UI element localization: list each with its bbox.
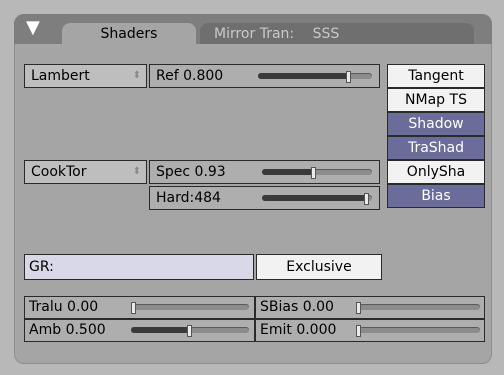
group-label: GR: xyxy=(29,259,54,275)
amb-value: 0.500 xyxy=(65,322,106,338)
amb-track xyxy=(131,325,249,337)
spec-label: Spec xyxy=(156,164,191,180)
sbias-slider[interactable]: SBias 0.00 xyxy=(255,296,485,319)
tralu-knob[interactable] xyxy=(131,302,136,314)
tralu-track xyxy=(131,302,249,314)
tralu-slider[interactable]: Tralu 0.00 xyxy=(24,296,255,319)
hard-slider[interactable]: Hard:484 xyxy=(149,186,380,210)
ref-knob[interactable] xyxy=(346,71,352,83)
emit-knob[interactable] xyxy=(356,325,361,337)
hard-knob[interactable] xyxy=(363,193,369,205)
tralu-value: 0.00 xyxy=(67,299,99,315)
sbias-track xyxy=(356,302,480,314)
tab-sss[interactable]: SSS xyxy=(313,26,340,42)
amb-knob[interactable] xyxy=(187,325,192,337)
diffuse-shader-menu[interactable]: Lambert ⬍ xyxy=(24,64,147,88)
shaders-panel: ▼ Shaders Mirror Tran: SSS Lambert ⬍ Ref… xyxy=(14,14,492,364)
exclusive-toggle[interactable]: Exclusive xyxy=(256,254,382,280)
nmap-ts-toggle[interactable]: NMap TS xyxy=(387,88,485,112)
amb-label: Amb xyxy=(29,322,62,338)
ref-slider[interactable]: Ref 0.800 xyxy=(149,64,380,88)
amb-fill xyxy=(131,327,190,333)
spec-fill xyxy=(262,169,314,175)
sbias-label: SBias xyxy=(260,299,299,315)
sbias-value: 0.00 xyxy=(302,299,334,315)
spec-value: 0.93 xyxy=(194,164,226,180)
onlyshad-toggle[interactable]: OnlySha xyxy=(387,160,485,184)
spec-track xyxy=(262,167,372,179)
trashad-toggle[interactable]: TraShad xyxy=(387,136,485,160)
tab-group[interactable]: Mirror Tran: SSS xyxy=(200,23,474,44)
triangle-down-icon[interactable]: ▼ xyxy=(26,19,40,37)
emit-track xyxy=(356,325,480,337)
hard-label: Hard: xyxy=(156,190,195,206)
hard-fill xyxy=(262,195,367,201)
hard-track xyxy=(262,193,372,205)
ref-label: Ref xyxy=(156,68,179,84)
ref-fill xyxy=(258,73,350,79)
emit-label: Emit xyxy=(260,322,292,338)
spec-knob[interactable] xyxy=(310,167,316,179)
sbias-knob[interactable] xyxy=(356,302,361,314)
hard-value: 484 xyxy=(194,190,221,206)
diffuse-shader-label: Lambert xyxy=(31,68,90,84)
specular-shader-menu[interactable]: CookTor ⬍ xyxy=(24,160,147,184)
up-down-arrows-icon: ⬍ xyxy=(132,70,141,81)
tangent-toggle[interactable]: Tangent xyxy=(387,64,485,88)
amb-slider[interactable]: Amb 0.500 xyxy=(24,319,255,342)
tab-shaders[interactable]: Shaders xyxy=(62,23,196,44)
emit-value: 0.000 xyxy=(296,322,337,338)
spec-slider[interactable]: Spec 0.93 xyxy=(149,160,380,184)
panel-header: ▼ Shaders Mirror Tran: SSS xyxy=(14,14,492,44)
tralu-label: Tralu xyxy=(29,299,63,315)
tab-mirror-transp[interactable]: Mirror Tran: xyxy=(214,26,294,42)
group-field[interactable]: GR: xyxy=(24,254,254,280)
shadow-toggle[interactable]: Shadow xyxy=(387,112,485,136)
specular-shader-label: CookTor xyxy=(31,164,87,180)
ref-value: 0.800 xyxy=(183,68,224,84)
up-down-arrows-icon: ⬍ xyxy=(132,166,141,177)
bias-toggle[interactable]: Bias xyxy=(387,184,485,208)
emit-slider[interactable]: Emit 0.000 xyxy=(255,319,485,342)
ref-track xyxy=(258,71,372,83)
